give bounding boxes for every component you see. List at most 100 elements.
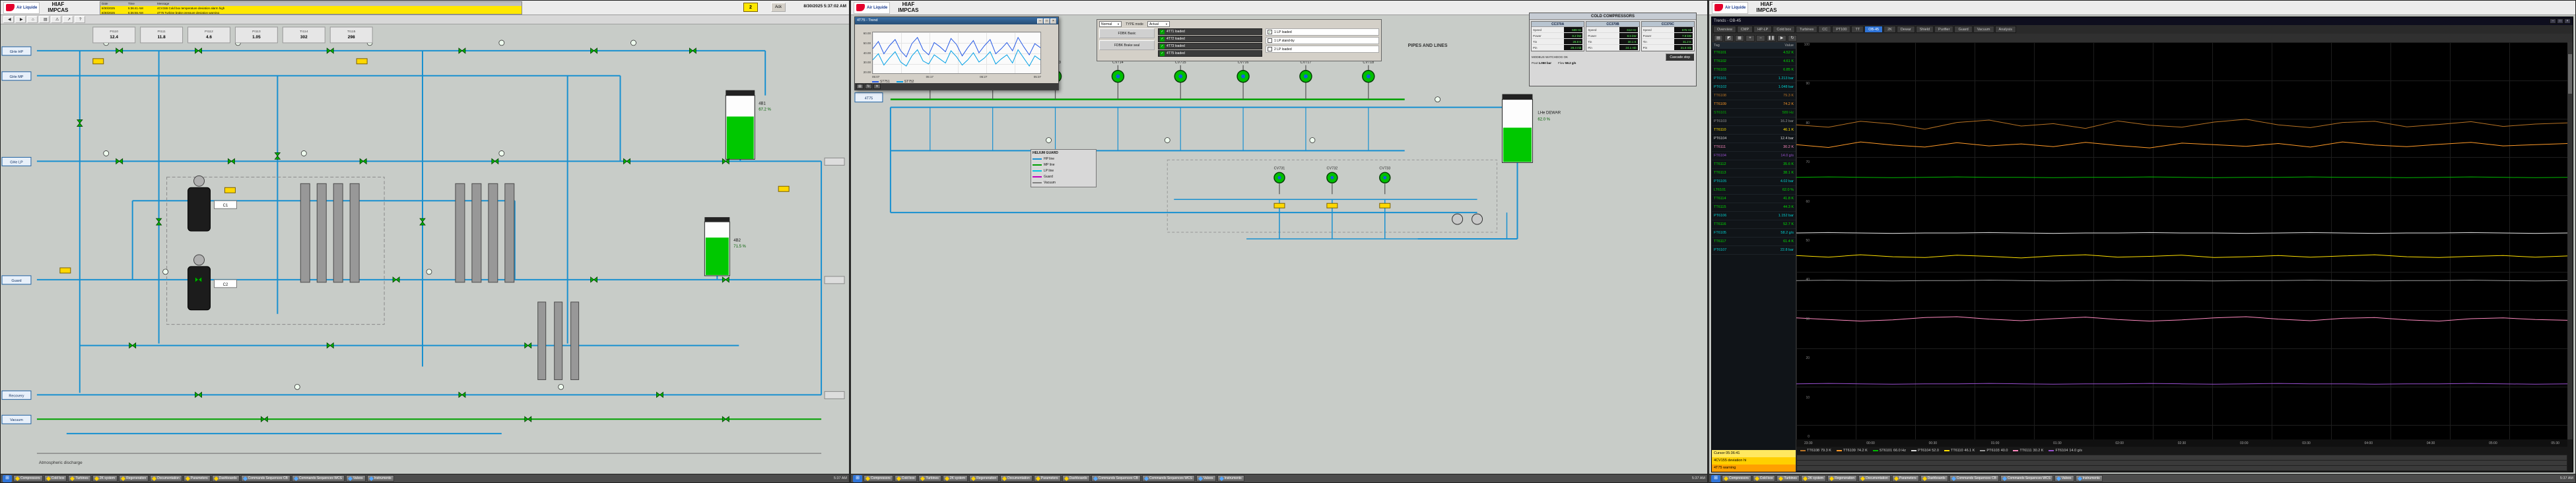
taskbar-button[interactable]: Valves bbox=[1196, 475, 1216, 482]
tag-row[interactable]: TT6101 4.52 K bbox=[1712, 49, 1796, 57]
trend-tab[interactable]: CMP bbox=[1737, 26, 1753, 33]
trend-tab[interactable]: Vacuum bbox=[1973, 26, 1994, 33]
lp-option-row[interactable]: 2 LP loaded bbox=[1266, 46, 1379, 53]
tag-row[interactable]: PT6106 1.152 bar bbox=[1712, 212, 1796, 220]
trend-tab[interactable]: Turbines bbox=[1796, 26, 1817, 33]
legend-item[interactable]: PT6103 40.0 bbox=[1980, 449, 2008, 453]
taskbar-button[interactable]: Compressors bbox=[864, 475, 893, 482]
taskbar-button[interactable]: Turbines bbox=[68, 475, 90, 482]
taskbar-button[interactable]: Cold box bbox=[44, 475, 67, 482]
legend-item[interactable]: ST6101 66.0 Hz bbox=[1873, 449, 1906, 453]
trend-tab[interactable]: Purifier bbox=[1934, 26, 1953, 33]
feedback-mode-button[interactable]: FDBK Basic bbox=[1099, 28, 1155, 38]
taskbar-button[interactable]: Turbines bbox=[1777, 475, 1799, 482]
lp-option-row[interactable]: 1 LP stand-by bbox=[1266, 37, 1379, 44]
taskbar-button[interactable]: Regeneration bbox=[1827, 475, 1857, 482]
cold-compressor-unit[interactable]: CC370A Speed589 HzPower8.2 kWTin29.8 KPi… bbox=[1531, 21, 1584, 51]
taskbar-button[interactable]: Commands Sequences WCS bbox=[2000, 475, 2053, 482]
toolbar-button[interactable]: ▶ bbox=[15, 16, 26, 23]
taskbar-button[interactable]: Documentation bbox=[150, 475, 182, 482]
tag-row[interactable]: PT6103 16.2 bar bbox=[1712, 117, 1796, 126]
toolbar-button[interactable]: ◀ bbox=[3, 16, 14, 23]
compressor-2[interactable] bbox=[188, 267, 211, 310]
vertical-scrollbar[interactable] bbox=[2567, 42, 2573, 439]
trend-popup-window[interactable]: 4T75 - Trend – □ × 60.0050.0040.0030.002… bbox=[854, 16, 1059, 90]
cold-compressor-unit[interactable]: CC370B Speed612 HzPower8.6 kWTin30.1 KPi… bbox=[1586, 21, 1639, 51]
checkbox-icon[interactable] bbox=[1268, 38, 1272, 43]
alarm-banner[interactable]: Date Time Message 8/30/2025 5:36:41 AM 4… bbox=[100, 1, 522, 15]
feedback-mode-button[interactable]: FDBK Brake seal bbox=[1099, 40, 1155, 50]
turbine-status-row[interactable]: ✓ 4T75 loaded bbox=[1158, 50, 1262, 57]
tag-row[interactable]: TT6116 52.7 K bbox=[1712, 220, 1796, 229]
trend-tab[interactable]: Analysis bbox=[1995, 26, 2016, 33]
lp-option-row[interactable]: ✓ 1 LP loaded bbox=[1266, 28, 1379, 36]
toolbar-button[interactable]: ? bbox=[75, 16, 85, 23]
tag-row[interactable]: LT6101 62.0 % bbox=[1712, 186, 1796, 195]
trend-tab[interactable]: Guard bbox=[1954, 26, 1972, 33]
trend-tool-button[interactable]: ▦ bbox=[1735, 35, 1744, 42]
taskbar-button[interactable]: Dashboards bbox=[1920, 475, 1948, 482]
taskbar-button[interactable]: Dashboards bbox=[212, 475, 240, 482]
ack-button[interactable]: Ack bbox=[771, 3, 786, 12]
tag-row[interactable]: FT6105 58.2 g/s bbox=[1712, 229, 1796, 238]
tag-row[interactable]: TT6103 6.85 K bbox=[1712, 66, 1796, 75]
tag-row[interactable]: TT6114 41.8 K bbox=[1712, 195, 1796, 203]
alarm-row[interactable]: 8/30/2025 5:36:55 AM 4T75 Turbine brake … bbox=[100, 11, 522, 15]
trend-tab[interactable]: TT bbox=[1851, 26, 1864, 33]
popup-titlebar[interactable]: 4T75 - Trend – □ × bbox=[855, 17, 1058, 24]
taskbar-button[interactable]: Valves bbox=[346, 475, 366, 482]
trend-tab[interactable]: PT100 bbox=[1832, 26, 1850, 33]
taskbar-button[interactable]: Commands Sequences CB bbox=[1091, 475, 1141, 482]
legend-item[interactable]: PT6104 52.0 bbox=[1911, 449, 1939, 453]
tag-row[interactable]: PT6107 22.8 bar bbox=[1712, 246, 1796, 255]
vessel-1[interactable] bbox=[726, 90, 755, 160]
trend-tool-button[interactable]: ❚❚ bbox=[1767, 35, 1776, 42]
tag-row[interactable]: PT6102 1.048 bar bbox=[1712, 83, 1796, 92]
taskbar-button[interactable]: Compressors bbox=[1722, 475, 1751, 482]
taskbar-button[interactable]: 2K system bbox=[943, 475, 968, 482]
taskbar-button[interactable]: Parameters bbox=[184, 475, 211, 482]
taskbar-button[interactable]: Valves bbox=[2054, 475, 2074, 482]
taskbar-button[interactable]: Dashboards bbox=[1062, 475, 1090, 482]
legend-item[interactable]: TT6108 79.3 K bbox=[1800, 449, 1831, 453]
taskbar-button[interactable]: Commands Sequences CB bbox=[241, 475, 290, 482]
turbine-status-row[interactable]: ✓ 4T73 loaded bbox=[1158, 43, 1262, 49]
tag-row[interactable]: TT6110 46.1 K bbox=[1712, 126, 1796, 135]
dewar-vessel[interactable] bbox=[1502, 94, 1532, 163]
trend-tool-button[interactable]: + bbox=[1746, 35, 1755, 42]
taskbar-button[interactable]: 2K system bbox=[92, 475, 118, 482]
tag-row[interactable]: TT6111 30.2 K bbox=[1712, 143, 1796, 152]
close-button[interactable]: × bbox=[1050, 18, 1056, 24]
tag-row[interactable]: TT6102 4.61 K bbox=[1712, 57, 1796, 66]
start-button[interactable]: ⊞ bbox=[3, 475, 12, 482]
tag-row[interactable]: TT6117 61.4 K bbox=[1712, 238, 1796, 246]
mode-select[interactable]: Normal▼ bbox=[1099, 21, 1122, 27]
app-titlebar[interactable]: Trends - OB-45 – □ × bbox=[1712, 17, 2573, 25]
legend-item[interactable]: TT6110 46.1 K bbox=[1944, 449, 1975, 453]
cursor-row[interactable]: 4T75 warning bbox=[1712, 465, 1796, 472]
minimize-button[interactable]: – bbox=[1037, 18, 1043, 24]
popup-tool-button[interactable]: ↻ bbox=[865, 84, 872, 89]
start-button[interactable]: ⊞ bbox=[853, 475, 862, 482]
tag-row[interactable]: PT6104 12.4 bar bbox=[1712, 135, 1796, 143]
tag-row[interactable]: PT6105 4.02 bar bbox=[1712, 177, 1796, 186]
cursor-row[interactable]: 4CV155 deviation hi bbox=[1712, 457, 1796, 465]
taskbar-button[interactable]: Commands Sequences WCS bbox=[292, 475, 345, 482]
value-select[interactable]: Actual▼ bbox=[1147, 21, 1170, 27]
taskbar-button[interactable]: Cold box bbox=[895, 475, 918, 482]
close-button[interactable]: × bbox=[2564, 18, 2571, 24]
trend-tool-button[interactable]: ▶ bbox=[1777, 35, 1786, 42]
tag-row[interactable]: FT6104 14.0 g/s bbox=[1712, 152, 1796, 160]
trend-tab[interactable]: CC bbox=[1818, 26, 1831, 33]
tag-row[interactable]: TT6109 74.2 K bbox=[1712, 100, 1796, 109]
taskbar-button[interactable]: 2K system bbox=[1801, 475, 1826, 482]
taskbar-button[interactable]: Parameters bbox=[1892, 475, 1919, 482]
taskbar-button[interactable]: Regeneration bbox=[119, 475, 149, 482]
tag-row[interactable]: TT6113 38.1 K bbox=[1712, 169, 1796, 177]
compressor-1[interactable] bbox=[188, 187, 211, 231]
trend-tab[interactable]: Cold box bbox=[1773, 26, 1795, 33]
minimize-button[interactable]: – bbox=[2550, 18, 2556, 24]
taskbar-button[interactable]: Parameters bbox=[1034, 475, 1061, 482]
legend-item[interactable]: TT6109 74.2 K bbox=[1837, 449, 1868, 453]
legend-item[interactable]: FT6104 14.0 g/s bbox=[2049, 449, 2082, 453]
